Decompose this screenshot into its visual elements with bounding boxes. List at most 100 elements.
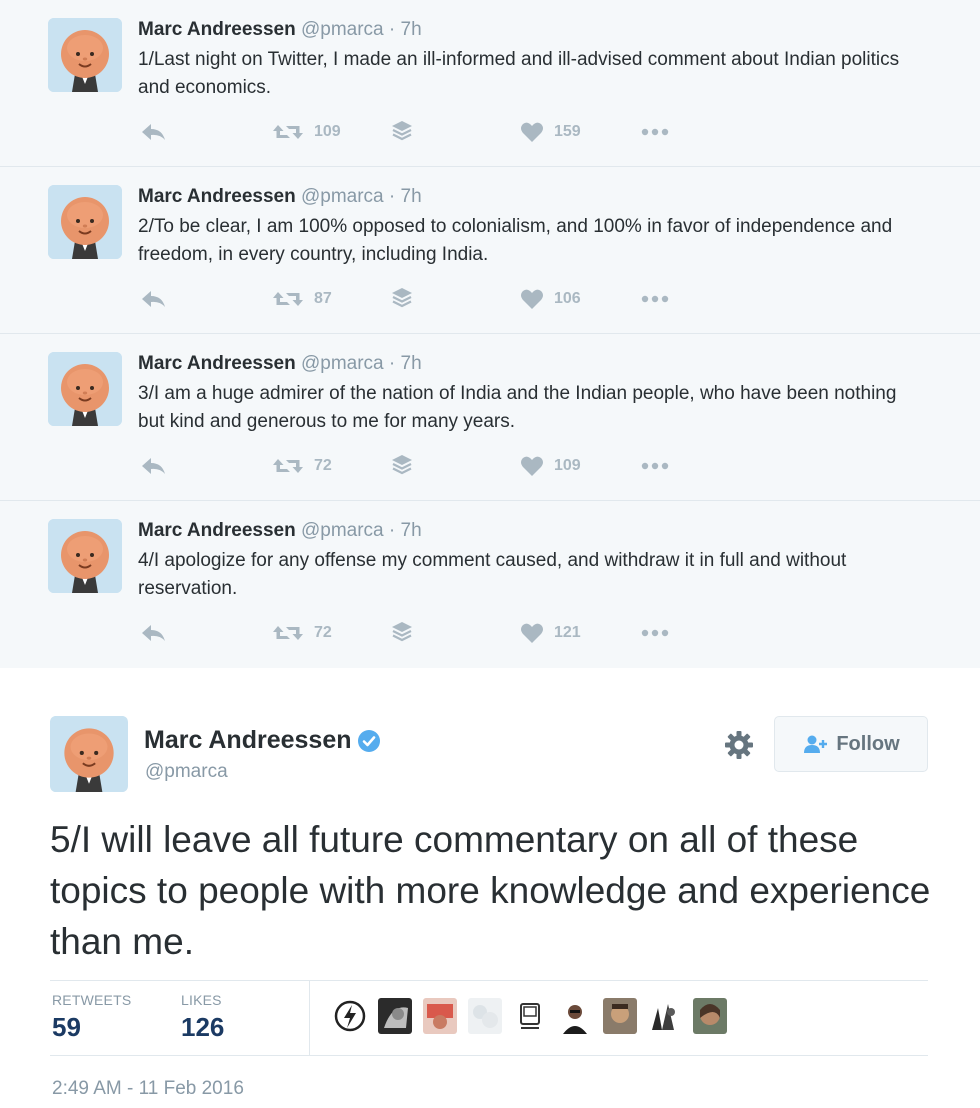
verified-badge-icon <box>357 729 381 753</box>
like-button[interactable]: 121 <box>520 619 581 647</box>
layers-button[interactable] <box>390 285 414 313</box>
tweet-time[interactable]: 7h <box>401 19 422 40</box>
likes-count: 126 <box>181 1012 225 1042</box>
retweets-stat[interactable]: RETWEETS 59 <box>52 992 131 1043</box>
tweet-header: Marc Andreessen @pmarca · 7h <box>138 519 422 543</box>
liker-avatar[interactable] <box>468 998 502 1034</box>
liker-avatar[interactable] <box>513 998 547 1034</box>
like-count: 121 <box>554 624 581 641</box>
layers-button[interactable] <box>390 619 414 647</box>
more-button[interactable] <box>640 452 670 480</box>
likers-avatars <box>333 998 738 1034</box>
retweet-count: 72 <box>314 457 332 474</box>
author-name[interactable]: Marc Andreessen <box>144 726 381 755</box>
more-dots-icon <box>641 462 669 470</box>
reply-button[interactable] <box>140 452 168 480</box>
reply-icon <box>142 124 165 140</box>
retweet-button[interactable]: 87 <box>272 285 332 313</box>
avatar[interactable] <box>48 18 122 92</box>
author-handle[interactable]: @pmarca <box>301 520 384 541</box>
thread-tweet[interactable]: Marc Andreessen @pmarca · 7h 1/Last nigh… <box>0 0 980 167</box>
heart-icon <box>521 122 543 142</box>
main-tweet: Marc Andreessen @pmarca Follow 5/I will … <box>0 668 980 1108</box>
author-handle[interactable]: @pmarca <box>301 186 384 207</box>
thread-tweet[interactable]: Marc Andreessen @pmarca · 7h 4/I apologi… <box>0 501 980 669</box>
retweet-button[interactable]: 109 <box>272 118 341 146</box>
layers-icon <box>392 455 412 475</box>
retweet-count: 109 <box>314 123 341 140</box>
author-handle[interactable]: @pmarca <box>301 19 384 40</box>
liker-avatar[interactable] <box>603 998 637 1034</box>
avatar[interactable] <box>48 185 122 259</box>
tweet-time[interactable]: 7h <box>401 353 422 374</box>
liker-avatar[interactable] <box>423 998 457 1034</box>
like-button[interactable]: 109 <box>520 452 581 480</box>
retweet-count: 72 <box>314 624 332 641</box>
liker-avatar[interactable] <box>648 998 682 1034</box>
like-count: 159 <box>554 123 581 140</box>
separator-dot: · <box>388 19 396 40</box>
stats-divider <box>309 981 310 1055</box>
tweet-text: 3/I am a huge admirer of the nation of I… <box>138 383 897 432</box>
reply-icon <box>142 625 165 641</box>
more-button[interactable] <box>640 118 670 146</box>
tweet-header: Marc Andreessen @pmarca · 7h <box>138 352 422 376</box>
reply-button[interactable] <box>140 118 168 146</box>
heart-icon <box>521 289 543 309</box>
thread-tweet[interactable]: Marc Andreessen @pmarca · 7h 2/To be cle… <box>0 167 980 334</box>
separator-dot: · <box>388 520 396 541</box>
avatar[interactable] <box>48 519 122 593</box>
add-user-icon <box>804 735 828 753</box>
more-dots-icon <box>641 295 669 303</box>
author-name[interactable]: Marc Andreessen <box>138 186 296 207</box>
avatar[interactable] <box>48 352 122 426</box>
tweet-actions: 72 109 <box>138 452 698 480</box>
retweet-icon <box>273 459 303 473</box>
like-count: 106 <box>554 290 581 307</box>
divider <box>50 980 928 981</box>
likes-label: LIKES <box>181 992 222 1008</box>
layers-button[interactable] <box>390 452 414 480</box>
more-dots-icon <box>641 629 669 637</box>
heart-icon <box>521 623 543 643</box>
liker-avatar[interactable] <box>378 998 412 1034</box>
liker-avatar[interactable] <box>333 998 367 1034</box>
like-button[interactable]: 159 <box>520 118 581 146</box>
author-handle[interactable]: @pmarca <box>145 761 228 783</box>
reply-button[interactable] <box>140 619 168 647</box>
divider <box>50 1055 928 1056</box>
layers-icon <box>392 288 412 308</box>
tweet-time[interactable]: 7h <box>401 186 422 207</box>
author-name-text[interactable]: Marc Andreessen <box>144 726 352 755</box>
tweet-time[interactable]: 7h <box>401 520 422 541</box>
tweet-text: 5/I will leave all future commentary on … <box>50 819 931 962</box>
layers-icon <box>392 622 412 642</box>
retweets-count: 59 <box>52 1012 81 1042</box>
layers-button[interactable] <box>390 118 414 146</box>
tweet-header: Marc Andreessen @pmarca · 7h <box>138 185 422 209</box>
follow-button[interactable]: Follow <box>774 716 928 772</box>
author-name[interactable]: Marc Andreessen <box>138 353 296 374</box>
thread-tweet[interactable]: Marc Andreessen @pmarca · 7h 3/I am a hu… <box>0 334 980 501</box>
tweet-text: 1/Last night on Twitter, I made an ill-i… <box>138 49 900 98</box>
retweets-label: RETWEETS <box>52 992 132 1008</box>
liker-avatar[interactable] <box>693 998 727 1034</box>
tweet-timestamp[interactable]: 2:49 AM - 11 Feb 2016 <box>52 1078 244 1100</box>
reply-icon <box>142 458 165 474</box>
author-handle[interactable]: @pmarca <box>301 353 384 374</box>
author-name[interactable]: Marc Andreessen <box>138 19 296 40</box>
like-button[interactable]: 106 <box>520 285 581 313</box>
author-name[interactable]: Marc Andreessen <box>138 520 296 541</box>
more-button[interactable] <box>640 285 670 313</box>
more-dots-icon <box>641 128 669 136</box>
liker-avatar[interactable] <box>558 998 592 1034</box>
retweet-button[interactable]: 72 <box>272 452 332 480</box>
tweet-actions: 87 106 <box>138 285 698 313</box>
tweet-header: Marc Andreessen @pmarca · 7h <box>138 18 422 42</box>
retweet-button[interactable]: 72 <box>272 619 332 647</box>
gear-icon[interactable] <box>724 730 754 760</box>
avatar[interactable] <box>50 716 128 792</box>
reply-button[interactable] <box>140 285 168 313</box>
likes-stat[interactable]: LIKES 126 <box>181 992 224 1043</box>
more-button[interactable] <box>640 619 670 647</box>
